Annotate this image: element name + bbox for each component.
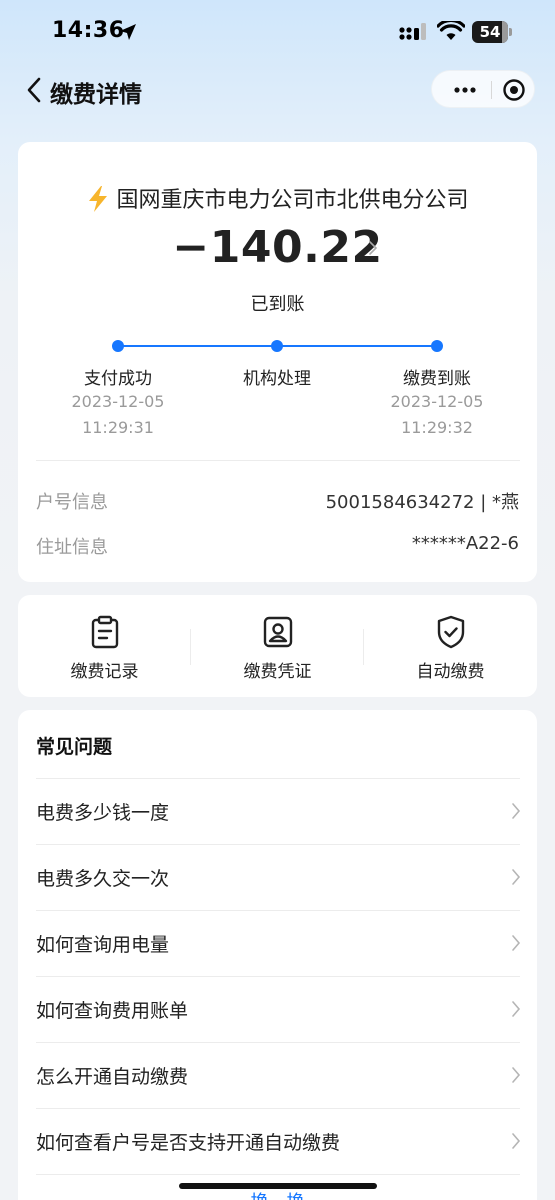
- company-name-text: 国网重庆市电力公司市北供电分公司: [116, 188, 469, 213]
- location-arrow-icon: [120, 24, 136, 40]
- wifi-icon: [437, 21, 465, 40]
- step-label-processing: 机构处理: [243, 369, 311, 389]
- company-name: 国网重庆市电力公司市北供电分公司: [18, 182, 537, 214]
- divider: [36, 1174, 520, 1175]
- progress-dot-2: [271, 340, 283, 352]
- chevron-right-icon: [512, 1067, 521, 1083]
- chevron-right-icon: [512, 1133, 521, 1149]
- divider: [36, 976, 520, 977]
- chevron-right-icon: [512, 1001, 521, 1017]
- more-dots-icon[interactable]: [442, 71, 488, 109]
- divider: [36, 778, 520, 779]
- chevron-right-icon[interactable]: [367, 239, 379, 257]
- step-date: 2023-12-05: [71, 392, 165, 411]
- payment-status: 已到账: [250, 294, 305, 315]
- payment-detail-card: 国网重庆市电力公司市北供电分公司 −140.22 已到账 支付成功 2023-1…: [18, 142, 537, 582]
- status-time: 14:36: [52, 18, 125, 43]
- progress-dot-1: [112, 340, 124, 352]
- target-circle-icon[interactable]: [494, 71, 534, 109]
- payment-records-button[interactable]: 缴费记录: [18, 595, 191, 697]
- step-clock: 11:29:32: [401, 418, 473, 437]
- back-chevron-icon[interactable]: [24, 76, 44, 104]
- chevron-right-icon: [512, 935, 521, 951]
- step-label-credited: 缴费到账: [403, 369, 471, 389]
- faq-bottom-divider: [18, 1174, 537, 1176]
- status-bar: 14:36 54: [0, 0, 555, 64]
- battery-icon: 54: [472, 21, 512, 43]
- user-badge-icon: [263, 616, 293, 648]
- faq-card: 常见问题 电费多少钱一度 电费多久交一次 如何查询用电量 如何查询费用账单 怎么…: [18, 710, 537, 1200]
- divider: [36, 910, 520, 911]
- account-info-label: 户号信息: [36, 492, 108, 513]
- divider: [36, 844, 520, 845]
- page-title: 缴费详情: [50, 82, 142, 108]
- refresh-faq-link[interactable]: 换一换: [18, 1188, 537, 1200]
- battery-level: 54: [479, 23, 501, 41]
- payment-records-label: 缴费记录: [70, 662, 139, 682]
- actions-card: 缴费记录 缴费凭证 自动缴费: [18, 595, 537, 697]
- shield-check-icon: [437, 615, 465, 649]
- auto-pay-label: 自动缴费: [416, 662, 485, 682]
- lightning-bolt-icon: [89, 186, 108, 212]
- address-info-value: ******A22-6: [411, 533, 519, 554]
- payment-amount[interactable]: −140.22: [18, 222, 537, 273]
- faq-item-text: 如何查询用电量: [36, 934, 170, 956]
- account-info-value: 5001584634272 | *燕: [325, 492, 519, 513]
- faq-item-text: 电费多少钱一度: [36, 802, 170, 824]
- chevron-right-icon: [512, 869, 521, 885]
- step-label-paid: 支付成功: [84, 369, 152, 389]
- faq-item[interactable]: 电费多少钱一度: [18, 778, 537, 844]
- faq-item-text: 如何查询费用账单: [36, 1000, 189, 1022]
- cellular-signal-icon: [399, 23, 426, 40]
- nav-bar: 缴费详情: [0, 64, 555, 116]
- payment-voucher-label: 缴费凭证: [243, 662, 312, 682]
- divider: [36, 1042, 520, 1043]
- step-time-paid: 2023-12-05 11:29:31: [38, 389, 198, 441]
- home-indicator: [179, 1183, 377, 1189]
- payment-voucher-button[interactable]: 缴费凭证: [191, 595, 364, 697]
- capsule-divider: [491, 81, 492, 99]
- faq-item-text: 怎么开通自动缴费: [36, 1066, 189, 1088]
- faq-item-text: 电费多久交一次: [36, 868, 170, 890]
- auto-pay-button[interactable]: 自动缴费: [364, 595, 537, 697]
- mini-program-capsule: [431, 70, 535, 108]
- faq-item[interactable]: 如何查询费用账单: [18, 976, 537, 1042]
- faq-item-text: 如何查看户号是否支持开通自动缴费: [36, 1132, 341, 1154]
- faq-title: 常见问题: [36, 736, 113, 758]
- faq-item[interactable]: 电费多久交一次: [18, 844, 537, 910]
- step-date: 2023-12-05: [390, 392, 484, 411]
- chevron-right-icon: [512, 803, 521, 819]
- clipboard-icon: [91, 615, 119, 649]
- divider: [36, 460, 520, 461]
- divider: [36, 1108, 520, 1109]
- step-time-credited: 2023-12-05 11:29:32: [357, 389, 517, 441]
- faq-item[interactable]: 如何查看户号是否支持开通自动缴费: [18, 1108, 537, 1174]
- address-info-label: 住址信息: [36, 537, 108, 558]
- faq-item[interactable]: 怎么开通自动缴费: [18, 1042, 537, 1108]
- step-clock: 11:29:31: [82, 418, 154, 437]
- faq-item[interactable]: 如何查询用电量: [18, 910, 537, 976]
- progress-dot-3: [431, 340, 443, 352]
